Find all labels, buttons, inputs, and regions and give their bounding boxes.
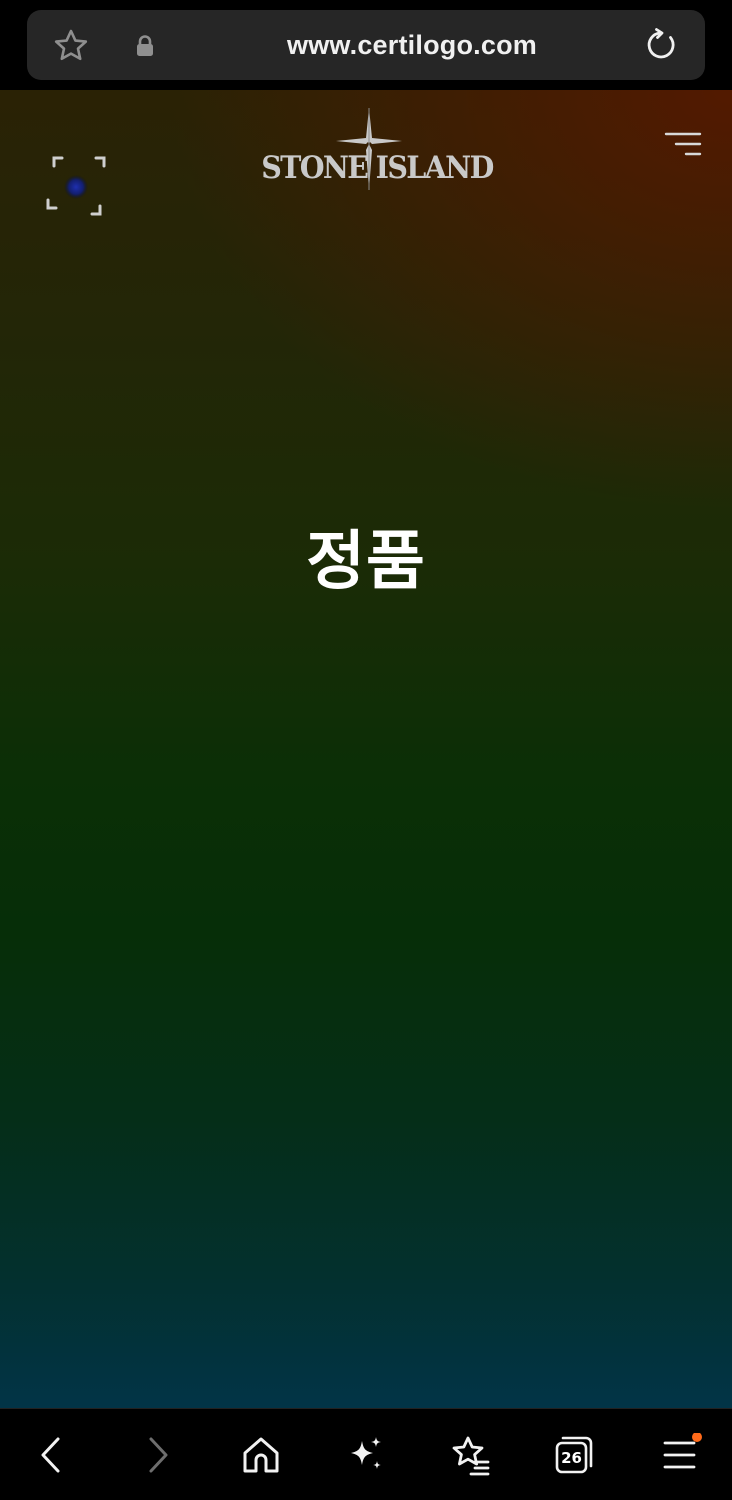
browser-bottom-toolbar: 26 bbox=[0, 1408, 732, 1500]
authenticity-status: 정품 bbox=[306, 525, 426, 599]
sparkle-icon[interactable] bbox=[344, 1433, 388, 1477]
address-bar[interactable]: www.certilogo.com bbox=[27, 10, 705, 80]
tabs-icon[interactable]: 26 bbox=[552, 1433, 596, 1477]
chevron-right-icon[interactable] bbox=[136, 1433, 180, 1477]
url-text[interactable]: www.certilogo.com bbox=[187, 10, 637, 80]
tab-count: 26 bbox=[561, 1449, 582, 1467]
web-page: STONE ISLAND 정품 bbox=[0, 90, 732, 1408]
notification-dot bbox=[692, 1433, 702, 1442]
reload-icon[interactable] bbox=[643, 27, 679, 63]
brand-logo[interactable]: STONE ISLAND bbox=[252, 108, 494, 190]
star-outline-icon[interactable] bbox=[53, 28, 89, 64]
screen: www.certilogo.com STONE ISLAND 정품 26 bbox=[0, 0, 732, 1500]
browser-top-bar: www.certilogo.com bbox=[0, 0, 732, 90]
star-list-icon[interactable] bbox=[448, 1433, 492, 1477]
home-icon[interactable] bbox=[239, 1433, 283, 1477]
hamburger-menu-icon[interactable] bbox=[664, 130, 702, 160]
lock-icon bbox=[137, 35, 153, 56]
hamburger-icon[interactable] bbox=[658, 1433, 702, 1477]
chevron-left-icon[interactable] bbox=[29, 1433, 73, 1477]
scan-frame-icon[interactable] bbox=[46, 156, 108, 218]
brand-wordmark: STONE ISLAND bbox=[261, 150, 494, 186]
